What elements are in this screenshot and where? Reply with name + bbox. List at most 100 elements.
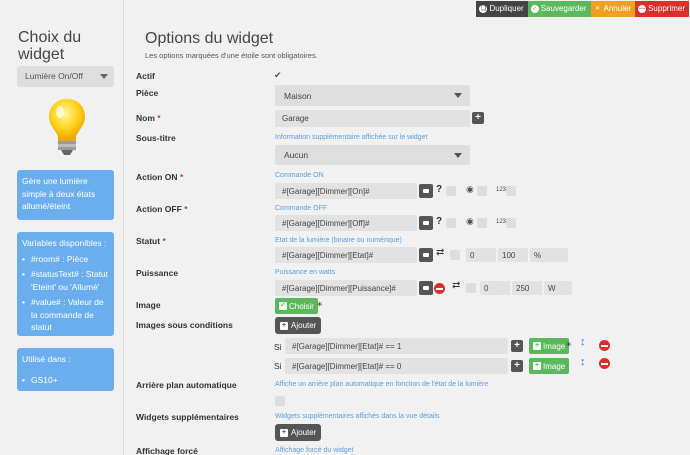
actionoff-select-command-button[interactable] bbox=[419, 216, 433, 230]
plus-icon: + bbox=[533, 362, 541, 370]
check-circle-icon: ✓ bbox=[530, 5, 539, 13]
sync-icon: ⇄ bbox=[436, 247, 445, 258]
variable-item: #statusText# : Statut 'Eteint' ou 'Allum… bbox=[22, 268, 109, 293]
actif-checkbox[interactable]: ✔ bbox=[274, 70, 282, 81]
soustitre-help: Information supplémentaire affichée sur … bbox=[275, 134, 428, 141]
widget-type-select[interactable]: Lumière On/Off bbox=[17, 66, 114, 87]
palette-icon: ◉ bbox=[466, 216, 474, 226]
statut-select-command-button[interactable] bbox=[419, 248, 433, 262]
duplicate-button[interactable]: ❏ Dupliquer bbox=[476, 1, 528, 17]
plus-icon: + bbox=[280, 428, 288, 437]
palette-icon: ◉ bbox=[466, 184, 474, 194]
add-condition-button[interactable]: + Ajouter bbox=[275, 317, 322, 334]
variable-item: #value# : Valeur de la commande de statu… bbox=[22, 296, 109, 334]
bulb-small-icon: ☀ bbox=[316, 300, 324, 309]
puissance-input[interactable]: #[Garage][Dimmer][Puissance]# bbox=[275, 280, 417, 296]
number-icon: 123 bbox=[496, 187, 507, 193]
affichage-help: Affichage forcé du widget bbox=[275, 447, 354, 454]
actionon-help: Commande ON bbox=[275, 172, 324, 179]
statut-input[interactable]: #[Garage][Dimmer][Etat]# bbox=[275, 247, 417, 263]
checkbox[interactable] bbox=[446, 186, 456, 196]
actif-label: Actif bbox=[136, 71, 155, 81]
page-subtitle: Les options marquées d'une étoile sont o… bbox=[145, 51, 318, 60]
puissance-unit-input[interactable]: W bbox=[544, 281, 572, 295]
sidebar-title: Choix du widget bbox=[18, 29, 82, 63]
save-button[interactable]: ✓ Sauvegarder bbox=[527, 1, 591, 17]
used-in-title: Utilisé dans : bbox=[22, 354, 71, 364]
statut-unit-input[interactable]: % bbox=[530, 248, 568, 262]
variables-title: Variables disponibles : bbox=[22, 238, 107, 248]
actionon-label: Action ON * bbox=[136, 172, 184, 182]
toolbar: ❏ Dupliquer ✓ Sauvegarder ✕ Annuler — Suppri… bbox=[476, 1, 689, 17]
add-widget-button[interactable]: + Ajouter bbox=[275, 424, 322, 441]
checkbox[interactable] bbox=[477, 218, 487, 228]
arriere-label: Arrière plan automatique bbox=[136, 380, 237, 390]
checkbox[interactable] bbox=[450, 250, 460, 260]
question-icon[interactable]: ? bbox=[436, 184, 442, 195]
widgets-sup-label: Widgets supplémentaires bbox=[136, 412, 239, 422]
check-icon: ✓ bbox=[279, 302, 287, 310]
nom-input[interactable]: Garage bbox=[275, 110, 470, 127]
condition-add-button[interactable]: + bbox=[511, 340, 523, 352]
move-arrows-icon[interactable]: ↕ bbox=[580, 336, 586, 348]
widgets-sup-help: Widgets supplémentaires affichés dans la… bbox=[275, 413, 440, 420]
puissance-min-input[interactable]: 0 bbox=[480, 281, 510, 295]
number-icon: 123 bbox=[496, 219, 507, 225]
delete-button[interactable]: — Supprimer bbox=[635, 1, 689, 17]
puissance-label: Puissance bbox=[136, 268, 179, 278]
page-title: Options du widget bbox=[145, 30, 274, 47]
condition-image-button[interactable]: + Image bbox=[529, 338, 570, 354]
remove-condition-icon[interactable] bbox=[599, 340, 610, 351]
checkbox[interactable] bbox=[466, 283, 476, 293]
sync-icon: ⇄ bbox=[452, 280, 461, 291]
variables-panel: Variables disponibles : #room# : Pièce #… bbox=[17, 232, 114, 336]
question-icon[interactable]: ? bbox=[436, 216, 442, 227]
statut-max-input[interactable]: 100 bbox=[498, 248, 528, 262]
soustitre-select[interactable]: Aucun bbox=[275, 145, 470, 165]
puissance-max-input[interactable]: 250 bbox=[512, 281, 542, 295]
actionon-input[interactable]: #[Garage][Dimmer][On]# bbox=[275, 183, 417, 199]
cancel-button[interactable]: ✕ Annuler bbox=[590, 1, 636, 17]
sidebar: Choix du widget Lumière On/Off Gère une … bbox=[0, 0, 124, 455]
choose-image-button[interactable]: ✓ Choisir bbox=[275, 298, 318, 314]
checkbox[interactable] bbox=[477, 186, 487, 196]
si-label: Si bbox=[274, 361, 282, 371]
checkbox[interactable] bbox=[506, 218, 516, 228]
chevron-down-icon bbox=[100, 74, 108, 79]
piece-select[interactable]: Maison bbox=[275, 85, 470, 106]
condition-image-button[interactable]: + Image bbox=[529, 358, 570, 374]
soustitre-label: Sous-titre bbox=[136, 133, 176, 143]
arriere-help: Affiche un arrière plan automatique en f… bbox=[275, 381, 489, 388]
checkbox[interactable] bbox=[446, 218, 456, 228]
images-cond-label: Images sous conditions bbox=[136, 320, 233, 330]
plus-icon: + bbox=[533, 342, 541, 350]
condition-input[interactable]: #[Garage][Dimmer][Etat]# == 1 bbox=[285, 338, 508, 354]
condition-suffix: . bbox=[567, 362, 569, 368]
actionoff-input[interactable]: #[Garage][Dimmer][Off]# bbox=[275, 215, 417, 231]
puissance-help: Puissance en watts bbox=[275, 269, 336, 276]
nom-label: Nom * bbox=[136, 113, 161, 123]
affichage-label: Affichage forcé bbox=[136, 446, 198, 455]
statut-help: Etat de la lumière (binaire ou numérique… bbox=[275, 237, 402, 244]
puissance-select-command-button[interactable] bbox=[419, 281, 433, 295]
actionon-select-command-button[interactable] bbox=[419, 184, 433, 198]
copy-icon: ❏ bbox=[479, 5, 488, 13]
si-label: Si bbox=[274, 342, 282, 352]
chevron-down-icon bbox=[454, 93, 462, 98]
nom-add-button[interactable]: + bbox=[472, 112, 484, 124]
variable-item: #room# : Pièce bbox=[22, 253, 109, 266]
chevron-down-icon bbox=[454, 153, 462, 158]
remove-condition-icon[interactable] bbox=[599, 358, 610, 369]
arriere-checkbox[interactable] bbox=[275, 396, 285, 406]
cancel-icon: ✕ bbox=[595, 6, 601, 12]
checkbox[interactable] bbox=[506, 186, 516, 196]
condition-add-button[interactable]: + bbox=[511, 360, 523, 372]
bulb-small-icon: ☀ bbox=[565, 340, 573, 349]
move-arrows-icon[interactable]: ↕ bbox=[580, 356, 586, 368]
widget-type-value: Lumière On/Off bbox=[25, 71, 83, 81]
piece-label: Pièce bbox=[136, 88, 159, 98]
used-in-panel: Utilisé dans : GS10+ bbox=[17, 348, 114, 391]
remove-icon[interactable] bbox=[434, 283, 445, 294]
statut-min-input[interactable]: 0 bbox=[466, 248, 496, 262]
condition-input[interactable]: #[Garage][Dimmer][Etat]# == 0 bbox=[285, 358, 508, 374]
